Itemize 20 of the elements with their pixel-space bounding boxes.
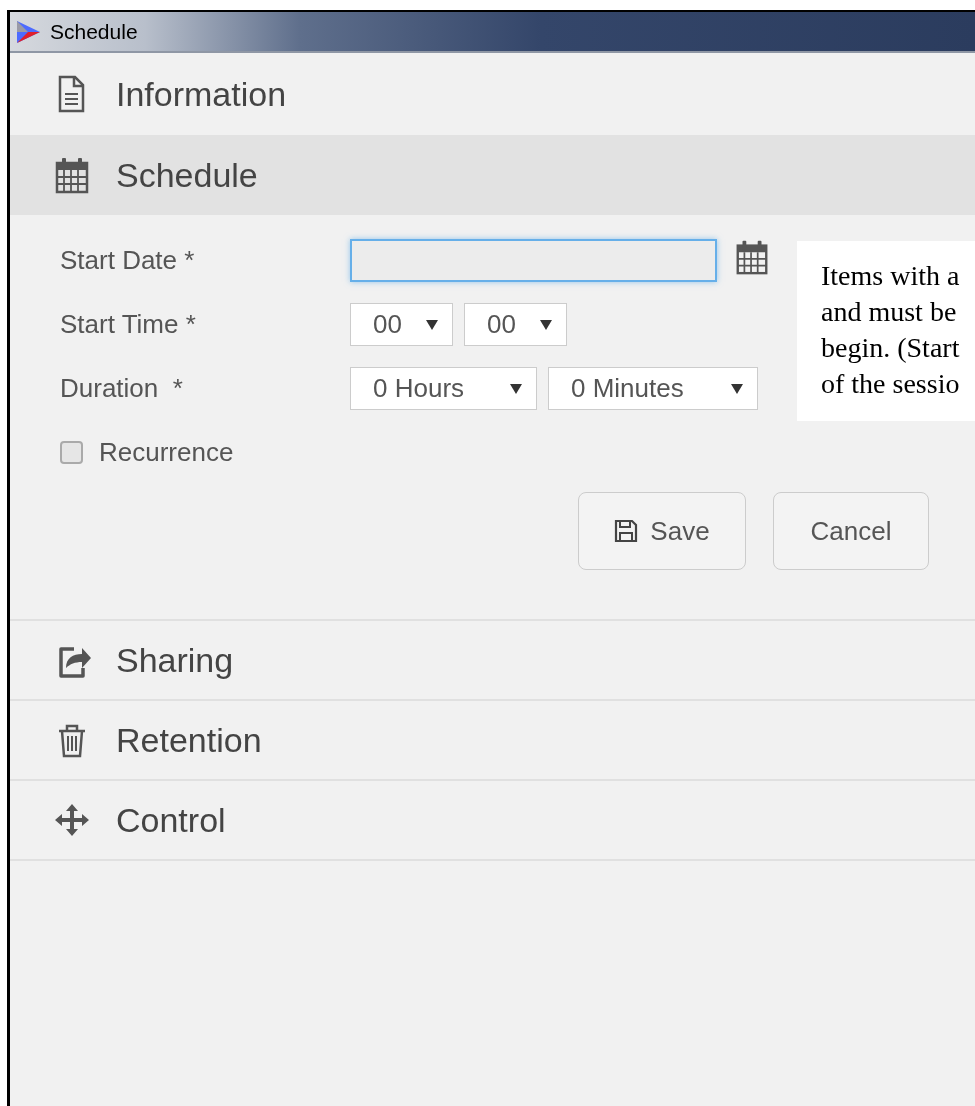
caret-icon xyxy=(426,319,438,330)
field-label: Duration * xyxy=(60,372,184,405)
save-button[interactable]: Save xyxy=(578,492,746,570)
dropdown[interactable]: 0 Hours xyxy=(350,367,537,410)
caret-icon xyxy=(540,319,552,330)
cancel-button[interactable]: Cancel xyxy=(773,492,929,570)
caret-icon xyxy=(731,383,743,394)
section-header[interactable]: Schedule xyxy=(10,135,975,215)
checkbox-label: Recurrence xyxy=(99,435,234,469)
dropdown[interactable]: 0 Minutes xyxy=(548,367,758,410)
checkbox[interactable] xyxy=(60,440,83,464)
date-input-field[interactable] xyxy=(350,239,717,282)
field-label: Start Time * xyxy=(60,308,197,341)
dropdown[interactable]: 00 xyxy=(350,303,453,346)
dropdown[interactable]: 00 xyxy=(464,303,567,346)
note-text: Items with a and must be begin. (Start of the sessio xyxy=(821,259,961,401)
caret-icon xyxy=(510,383,522,394)
field-label: Start Date * xyxy=(60,244,196,277)
window-title: Schedule xyxy=(50,18,138,45)
save-icon xyxy=(614,519,639,543)
